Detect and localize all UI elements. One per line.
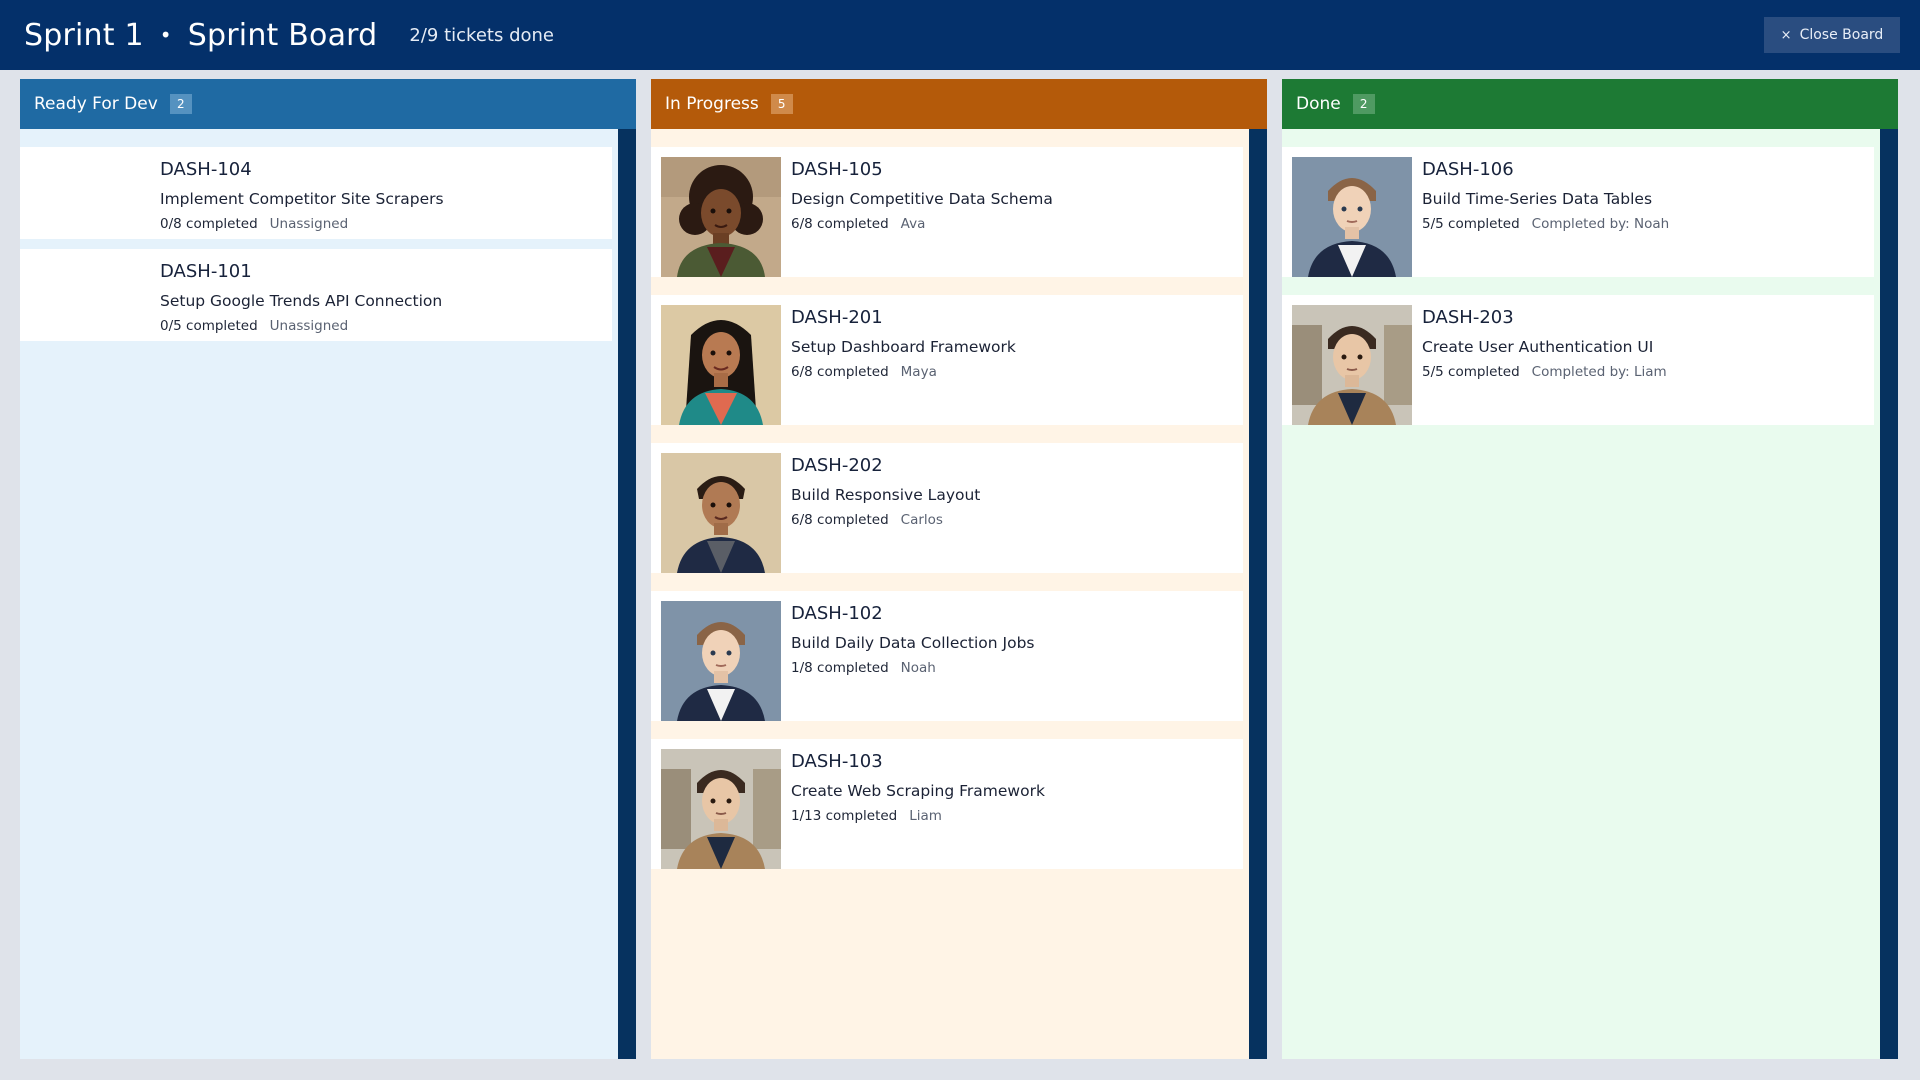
ava-avatar-icon bbox=[661, 157, 781, 277]
top-bar: Sprint 1 • Sprint Board 2/9 tickets done… bbox=[0, 0, 1920, 70]
column-done: Done 2 DASH-106 Build Time-Series Data T… bbox=[1282, 79, 1898, 1059]
column-count-badge: 5 bbox=[770, 94, 793, 114]
ticket-assignee: Liam bbox=[909, 808, 942, 824]
card-list: DASH-105 Design Competitive Data Schema … bbox=[651, 147, 1243, 887]
close-board-button[interactable]: × Close Board bbox=[1764, 17, 1900, 53]
column-scrollbar[interactable] bbox=[1249, 129, 1267, 1059]
ticket-completion: 6/8 completed bbox=[791, 512, 889, 528]
ticket-completion: 1/13 completed bbox=[791, 808, 898, 824]
ticket-title: Build Responsive Layout bbox=[791, 486, 981, 504]
ticket-card[interactable]: DASH-203 Create User Authentication UI 5… bbox=[1282, 295, 1874, 425]
ticket-assignee: Noah bbox=[900, 660, 936, 676]
column-scrollbar[interactable] bbox=[1880, 129, 1898, 1059]
ticket-completion: 1/8 completed bbox=[791, 660, 889, 676]
column-body: DASH-105 Design Competitive Data Schema … bbox=[651, 129, 1267, 1059]
ticket-title: Create Web Scraping Framework bbox=[791, 782, 1045, 800]
board-title: Sprint 1 • Sprint Board bbox=[24, 18, 377, 53]
column-ready-for-dev: Ready For Dev 2 DASH-104 Implement Compe… bbox=[20, 79, 636, 1059]
ticket-title: Design Competitive Data Schema bbox=[791, 190, 1053, 208]
sprint-name: Sprint 1 bbox=[24, 17, 144, 53]
column-header[interactable]: Ready For Dev 2 bbox=[20, 79, 636, 129]
noah-avatar-icon bbox=[661, 601, 781, 721]
ticket-completed-by: Completed by: Noah bbox=[1531, 216, 1670, 232]
ticket-assignee: Ava bbox=[900, 216, 926, 232]
noah-avatar-icon bbox=[1292, 157, 1412, 277]
ticket-card[interactable]: DASH-106 Build Time-Series Data Tables 5… bbox=[1282, 147, 1874, 277]
column-title: In Progress bbox=[665, 94, 759, 114]
column-body: DASH-104 Implement Competitor Site Scrap… bbox=[20, 129, 636, 1059]
ticket-completion: 6/8 completed bbox=[791, 364, 889, 380]
ticket-card[interactable]: DASH-101 Setup Google Trends API Connect… bbox=[20, 249, 612, 341]
ticket-card[interactable]: DASH-102 Build Daily Data Collection Job… bbox=[651, 591, 1243, 721]
ticket-title: Build Daily Data Collection Jobs bbox=[791, 634, 1035, 652]
ticket-card[interactable]: DASH-104 Implement Competitor Site Scrap… bbox=[20, 147, 612, 239]
column-body: DASH-106 Build Time-Series Data Tables 5… bbox=[1282, 129, 1898, 1059]
ticket-id: DASH-106 bbox=[1422, 159, 1514, 180]
avatar-placeholder bbox=[30, 259, 150, 331]
liam-avatar-icon bbox=[661, 749, 781, 869]
column-title: Ready For Dev bbox=[34, 94, 158, 114]
ticket-id: DASH-102 bbox=[791, 603, 883, 624]
ticket-completion: 5/5 completed bbox=[1422, 216, 1520, 232]
board-name: Sprint Board bbox=[187, 17, 378, 53]
avatar-placeholder bbox=[30, 157, 150, 229]
carlos-avatar-icon bbox=[661, 453, 781, 573]
column-title: Done bbox=[1296, 94, 1341, 114]
ticket-title: Create User Authentication UI bbox=[1422, 338, 1654, 356]
close-icon: × bbox=[1780, 27, 1792, 43]
tickets-progress: 2/9 tickets done bbox=[409, 24, 554, 46]
ticket-assignee: Carlos bbox=[900, 512, 943, 528]
ticket-id: DASH-203 bbox=[1422, 307, 1514, 328]
ticket-assignee: Unassigned bbox=[269, 318, 349, 334]
ticket-completion: 0/5 completed bbox=[160, 318, 258, 334]
column-count-badge: 2 bbox=[1352, 94, 1375, 114]
ticket-card[interactable]: DASH-103 Create Web Scraping Framework 1… bbox=[651, 739, 1243, 869]
ticket-card[interactable]: DASH-202 Build Responsive Layout 6/8 com… bbox=[651, 443, 1243, 573]
ticket-id: DASH-103 bbox=[791, 751, 883, 772]
ticket-completion: 0/8 completed bbox=[160, 216, 258, 232]
ticket-id: DASH-101 bbox=[160, 261, 252, 282]
ticket-title: Setup Google Trends API Connection bbox=[160, 292, 443, 310]
ticket-card[interactable]: DASH-105 Design Competitive Data Schema … bbox=[651, 147, 1243, 277]
ticket-completion: 6/8 completed bbox=[791, 216, 889, 232]
column-header[interactable]: In Progress 5 bbox=[651, 79, 1267, 129]
column-scrollbar[interactable] bbox=[618, 129, 636, 1059]
ticket-id: DASH-202 bbox=[791, 455, 883, 476]
column-count-badge: 2 bbox=[169, 94, 192, 114]
ticket-completed-by: Completed by: Liam bbox=[1531, 364, 1667, 380]
ticket-completion: 5/5 completed bbox=[1422, 364, 1520, 380]
card-list: DASH-106 Build Time-Series Data Tables 5… bbox=[1282, 147, 1874, 443]
maya-avatar-icon bbox=[661, 305, 781, 425]
card-list: DASH-104 Implement Competitor Site Scrap… bbox=[20, 147, 612, 351]
ticket-title: Implement Competitor Site Scrapers bbox=[160, 190, 444, 208]
kanban-board: Ready For Dev 2 DASH-104 Implement Compe… bbox=[20, 79, 1900, 1059]
column-header[interactable]: Done 2 bbox=[1282, 79, 1898, 129]
ticket-id: DASH-201 bbox=[791, 307, 883, 328]
ticket-id: DASH-104 bbox=[160, 159, 252, 180]
ticket-card[interactable]: DASH-201 Setup Dashboard Framework 6/8 c… bbox=[651, 295, 1243, 425]
title-separator: • bbox=[159, 23, 172, 47]
liam-avatar-icon bbox=[1292, 305, 1412, 425]
column-in-progress: In Progress 5 DASH-105 Design Competitiv… bbox=[651, 79, 1267, 1059]
ticket-title: Build Time-Series Data Tables bbox=[1422, 190, 1653, 208]
ticket-assignee: Unassigned bbox=[269, 216, 349, 232]
ticket-title: Setup Dashboard Framework bbox=[791, 338, 1016, 356]
close-board-label: Close Board bbox=[1799, 27, 1884, 43]
ticket-id: DASH-105 bbox=[791, 159, 883, 180]
ticket-assignee: Maya bbox=[900, 364, 937, 380]
